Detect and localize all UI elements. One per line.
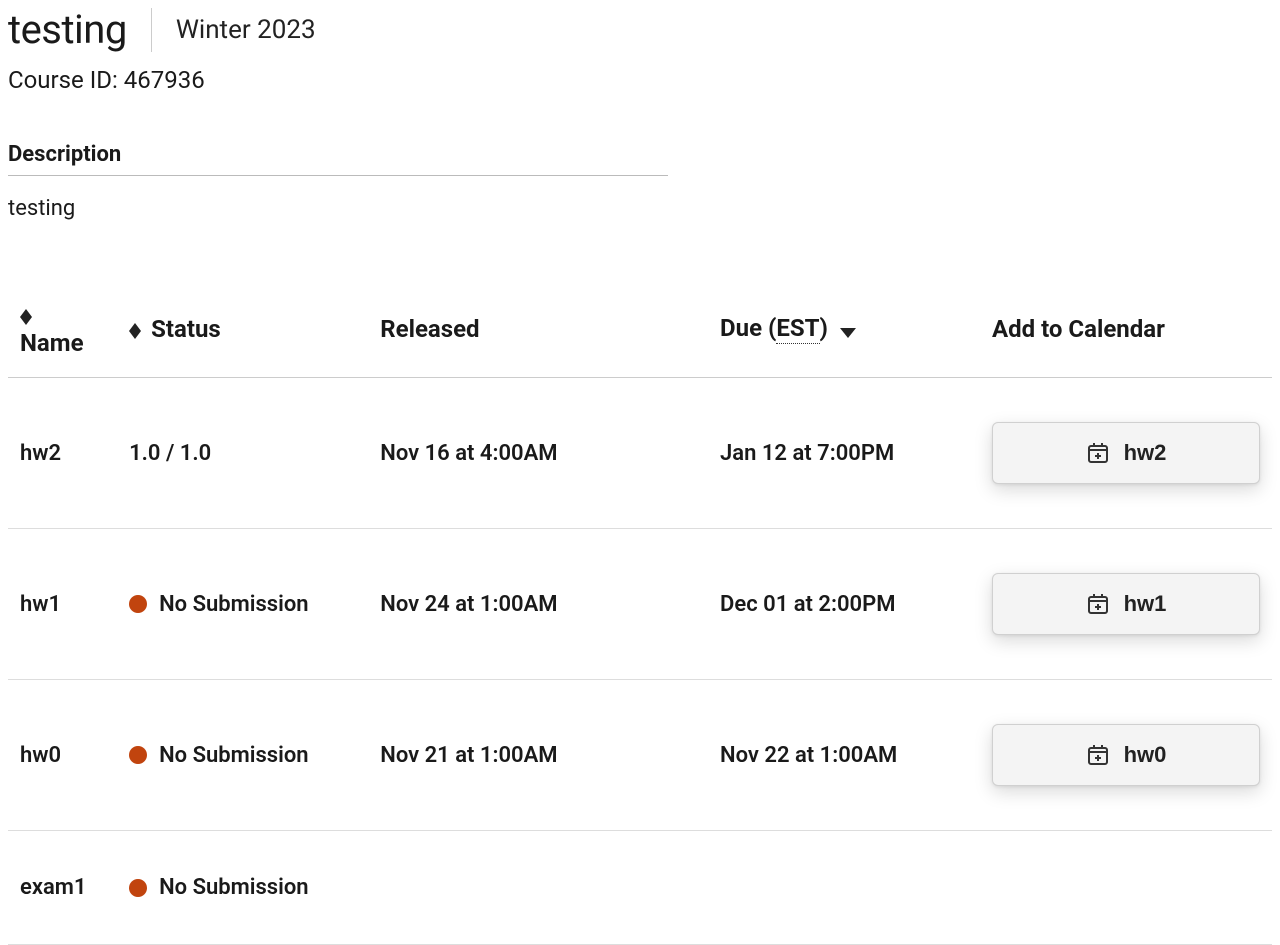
released-date: Nov 21 at 1:00AM <box>368 680 708 831</box>
sort-icon <box>129 323 141 339</box>
assignment-status: No Submission <box>117 529 368 680</box>
calendar-button-label: hw2 <box>1124 440 1167 466</box>
assignment-status: No Submission <box>117 831 368 945</box>
status-text: No Submission <box>159 743 308 768</box>
assignment-status: No Submission <box>117 680 368 831</box>
column-header-status-text: Status <box>151 315 221 343</box>
description-text: testing <box>8 196 1272 221</box>
due-date <box>708 831 980 945</box>
timezone-label: EST <box>776 314 819 344</box>
released-date <box>368 831 708 945</box>
status-dot-icon <box>129 746 147 764</box>
calendar-button-label: hw0 <box>1124 742 1167 768</box>
column-header-name[interactable]: Name <box>8 293 117 378</box>
sort-icon <box>20 309 32 325</box>
due-date: Dec 01 at 2:00PM <box>708 529 980 680</box>
status-dot-icon <box>129 595 147 613</box>
course-id: Course ID: 467936 <box>8 66 1272 94</box>
column-header-calendar: Add to Calendar <box>980 293 1272 378</box>
calendar-cell: hw0 <box>980 680 1272 831</box>
due-date: Jan 12 at 7:00PM <box>708 378 980 529</box>
calendar-button-label: hw1 <box>1124 591 1167 617</box>
status-text: No Submission <box>159 592 308 617</box>
assignments-table: Name Status Released Due (EST) Add to Ca… <box>8 293 1272 945</box>
table-row: exam1 No Submission <box>8 831 1272 945</box>
due-date: Nov 22 at 1:00AM <box>708 680 980 831</box>
calendar-add-icon <box>1086 743 1110 767</box>
column-header-name-text: Name <box>20 329 84 357</box>
assignment-name[interactable]: hw0 <box>8 680 117 831</box>
table-row: hw0 No Submission Nov 21 at 1:00AMNov 22 a… <box>8 680 1272 831</box>
released-date: Nov 24 at 1:00AM <box>368 529 708 680</box>
column-header-released: Released <box>368 293 708 378</box>
calendar-add-icon <box>1086 441 1110 465</box>
add-to-calendar-button[interactable]: hw1 <box>992 573 1260 635</box>
status-dot-icon <box>129 879 147 897</box>
chevron-down-icon <box>840 316 856 344</box>
column-header-due[interactable]: Due (EST) <box>708 293 980 378</box>
course-term: Winter 2023 <box>176 15 316 45</box>
released-date: Nov 16 at 4:00AM <box>368 378 708 529</box>
table-row: hw2 1.0 / 1.0 Nov 16 at 4:00AMJan 12 at 7:… <box>8 378 1272 529</box>
calendar-add-icon <box>1086 592 1110 616</box>
add-to-calendar-button[interactable]: hw0 <box>992 724 1260 786</box>
assignment-name[interactable]: exam1 <box>8 831 117 945</box>
calendar-cell: hw2 <box>980 378 1272 529</box>
assignment-name[interactable]: hw2 <box>8 378 117 529</box>
status-text: 1.0 / 1.0 <box>129 441 211 466</box>
table-row: hw1 No Submission Nov 24 at 1:00AMDec 01 a… <box>8 529 1272 680</box>
status-text: No Submission <box>159 875 308 900</box>
assignment-status: 1.0 / 1.0 <box>117 378 368 529</box>
assignment-name[interactable]: hw1 <box>8 529 117 680</box>
description-label: Description <box>8 142 668 176</box>
column-header-status[interactable]: Status <box>117 293 368 378</box>
calendar-cell: hw1 <box>980 529 1272 680</box>
calendar-cell <box>980 831 1272 945</box>
add-to-calendar-button[interactable]: hw2 <box>992 422 1260 484</box>
course-title: testing <box>8 8 152 52</box>
